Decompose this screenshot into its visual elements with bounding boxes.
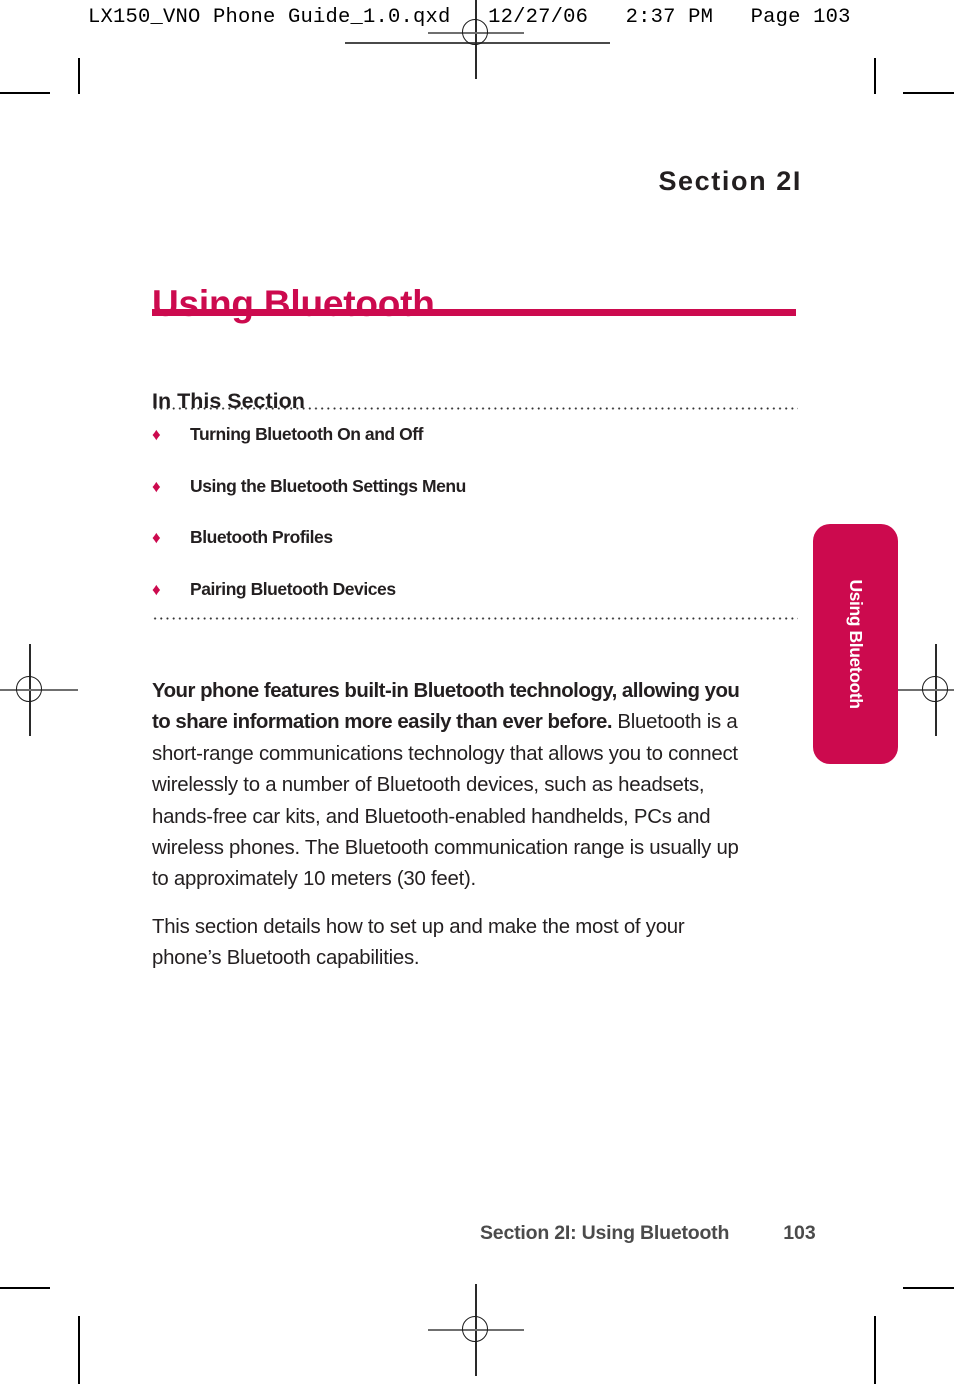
toc-item-label: Turning Bluetooth On and Off <box>190 424 423 444</box>
toc-item-turning-bluetooth-on-and-off[interactable]: ♦ Turning Bluetooth On and Off <box>152 424 812 476</box>
in-this-section-list: ♦ Turning Bluetooth On and Off ♦ Using t… <box>152 424 812 630</box>
body-copy: Your phone features built-in Bluetooth t… <box>152 676 744 991</box>
side-thumb-tab: Using Bluetooth <box>813 524 898 764</box>
page-canvas: LX150_VNO Phone Guide_1.0.qxd 12/27/06 2… <box>0 0 954 1384</box>
title-underline-rule <box>152 309 796 316</box>
in-this-section-heading: In This Section <box>152 388 305 413</box>
diamond-bullet-icon: ♦ <box>152 425 161 444</box>
toc-item-label: Bluetooth Profiles <box>190 527 333 547</box>
section-eyebrow: Section 2I <box>658 166 802 196</box>
side-thumb-tab-label: Using Bluetooth <box>846 579 866 709</box>
intro-paragraph-remainder: Bluetooth is a short-range communication… <box>152 711 739 891</box>
footer-page-number: 103 <box>783 1222 816 1244</box>
diamond-bullet-icon: ♦ <box>152 528 161 547</box>
diamond-bullet-icon: ♦ <box>152 476 161 496</box>
page-footer: Section 2I: Using Bluetooth 103 <box>480 1222 816 1245</box>
intro-paragraph: Your phone features built-in Bluetooth t… <box>152 676 744 896</box>
toc-item-label: Using the Bluetooth Settings Menu <box>190 475 466 496</box>
page-title: Using Bluetooth <box>152 282 435 324</box>
toc-divider-top <box>152 407 798 410</box>
toc-item-label: Pairing Bluetooth Devices <box>190 578 396 599</box>
toc-item-using-the-bluetooth-settings-menu[interactable]: ♦ Using the Bluetooth Settings Menu <box>152 476 812 528</box>
toc-item-pairing-bluetooth-devices[interactable]: ♦ Pairing Bluetooth Devices <box>152 579 812 631</box>
toc-divider-bottom <box>152 617 798 620</box>
diamond-bullet-icon: ♦ <box>152 579 161 599</box>
toc-item-bluetooth-profiles[interactable]: ♦ Bluetooth Profiles <box>152 527 812 579</box>
section-overview-paragraph: This section details how to set up and m… <box>152 915 685 970</box>
page-content: Section 2I Using Bluetooth In This Secti… <box>0 0 954 1384</box>
footer-section-label: Section 2I: Using Bluetooth <box>480 1222 730 1244</box>
